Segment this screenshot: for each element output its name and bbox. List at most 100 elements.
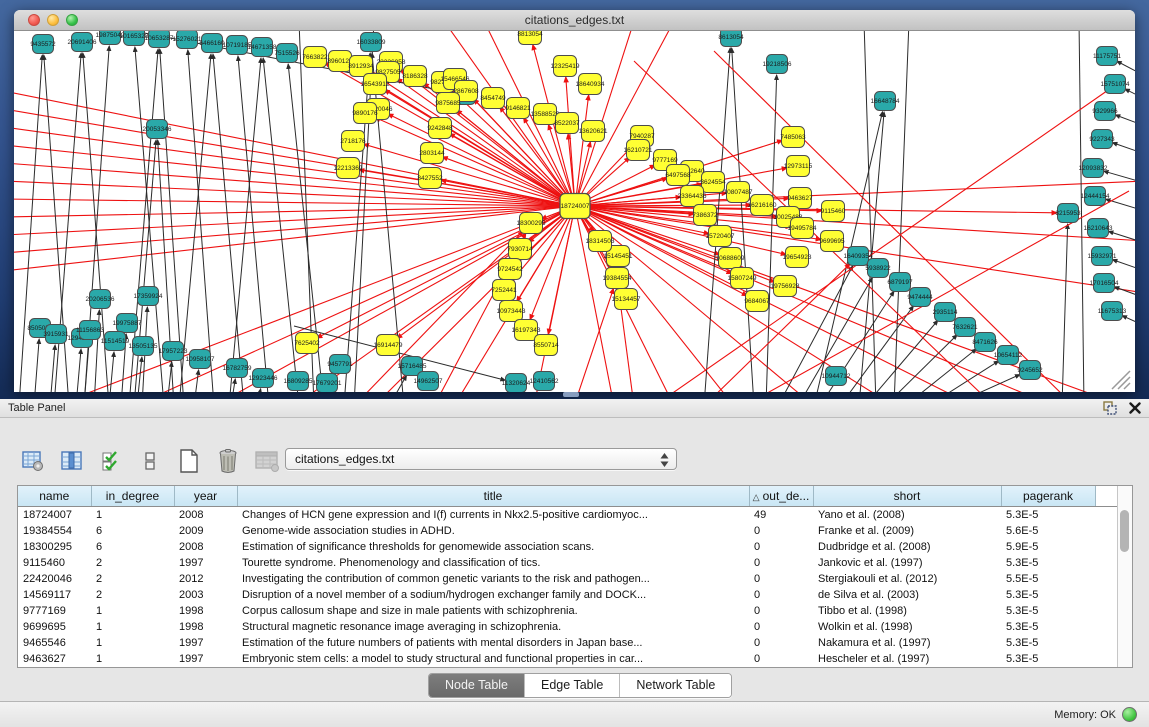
canvas-resize-grip[interactable] [1112, 371, 1130, 389]
network-edge[interactable] [194, 370, 199, 392]
network-edge[interactable] [575, 95, 589, 206]
table-cell[interactable]: 5.3E-5 [1001, 555, 1095, 571]
network-node[interactable]: 18640934 [576, 74, 605, 95]
network-edge[interactable] [14, 206, 575, 253]
network-node[interactable]: 15932971 [1088, 247, 1117, 266]
network-edge[interactable] [1112, 143, 1135, 154]
network-edge[interactable] [1062, 224, 1068, 392]
table-cell[interactable]: 5.3E-5 [1001, 651, 1095, 667]
network-node[interactable]: 7386372 [692, 205, 718, 226]
table-cell[interactable]: 0 [749, 571, 813, 587]
network-node[interactable]: 9329966 [1092, 102, 1118, 121]
network-node[interactable]: 3624554 [700, 172, 726, 193]
network-edge[interactable] [548, 206, 575, 334]
network-node[interactable]: 19495784 [788, 218, 817, 239]
tab-network-table[interactable]: Network Table [619, 674, 731, 697]
table-cell[interactable]: 22420046 [18, 571, 91, 587]
network-node[interactable]: 7515526 [274, 44, 300, 63]
network-edge[interactable] [238, 56, 269, 392]
table-cell[interactable]: 49 [749, 507, 813, 524]
network-node[interactable]: 8522037 [554, 113, 580, 134]
network-window-titlebar[interactable]: citations_edges.txt [14, 10, 1135, 31]
network-node[interactable]: 18314503 [586, 231, 615, 252]
table-cell[interactable]: 1 [91, 619, 174, 635]
table-row[interactable]: 1938455462009Genome-wide association stu… [18, 523, 1118, 539]
table-cell[interactable]: Estimation of significance thresholds fo… [237, 539, 749, 555]
network-node[interactable]: 6879197 [887, 273, 913, 292]
table-row[interactable]: 969969511998Structural magnetic resonanc… [18, 619, 1118, 635]
table-cell[interactable]: 14569117 [18, 587, 91, 603]
table-cell[interactable]: Franke et al. (2009) [813, 523, 1001, 539]
column-header-out_de[interactable]: △out_de... [749, 486, 813, 507]
network-node[interactable]: 8454749 [480, 88, 506, 109]
network-node[interactable]: 5938922 [865, 259, 891, 278]
table-cell[interactable]: 5.6E-5 [1001, 523, 1095, 539]
network-edge[interactable] [1122, 316, 1135, 326]
network-edge[interactable] [34, 339, 39, 392]
table-cell[interactable]: 2009 [174, 523, 237, 539]
network-node[interactable]: 16210643 [1084, 219, 1113, 238]
network-node[interactable]: 15807249 [728, 268, 757, 289]
table-cell[interactable]: 5.3E-5 [1001, 635, 1095, 651]
table-cell[interactable]: Jankovic et al. (1997) [813, 555, 1001, 571]
table-cell[interactable]: 0 [749, 651, 813, 667]
network-node[interactable]: 10958107 [186, 350, 215, 369]
table-cell[interactable]: 1998 [174, 603, 237, 619]
network-node[interactable]: 12973115 [784, 156, 813, 177]
network-node[interactable]: 10653287 [145, 31, 174, 48]
network-node[interactable]: 9435572 [30, 35, 56, 54]
table-cell[interactable]: 9777169 [18, 603, 91, 619]
network-node[interactable]: 11514519 [101, 332, 130, 351]
column-header-in_degree[interactable]: in_degree [91, 486, 174, 507]
table-cell[interactable]: 0 [749, 539, 813, 555]
network-node[interactable]: 19975887 [113, 314, 142, 333]
network-node[interactable]: 12093832 [1079, 159, 1108, 178]
network-node[interactable]: 9457791 [327, 355, 353, 374]
network-canvas[interactable]: 9435572206914061987504210165328106532871… [14, 31, 1135, 392]
network-node[interactable]: 11675313 [1098, 302, 1127, 321]
network-node[interactable]: 19384554 [603, 268, 632, 289]
network-node[interactable]: 8471626 [972, 333, 998, 352]
table-cell[interactable]: 5.3E-5 [1001, 587, 1095, 603]
table-cell[interactable]: 18724007 [18, 507, 91, 524]
network-node[interactable]: 16782759 [223, 359, 252, 378]
table-row[interactable]: 946362711997Embryonic stem cells: a mode… [18, 651, 1118, 667]
tab-node-table[interactable]: Node Table [429, 674, 524, 697]
table-cell[interactable]: 2 [91, 555, 174, 571]
network-node[interactable]: 19756928 [771, 276, 800, 297]
network-node[interactable]: 16033809 [357, 33, 386, 52]
network-node[interactable]: 10654112 [994, 346, 1023, 365]
table-cell[interactable]: 9115460 [18, 555, 91, 571]
network-node[interactable]: 8813054 [517, 31, 543, 45]
network-node[interactable]: 13620621 [579, 121, 608, 142]
select-columns-icon[interactable] [98, 448, 124, 474]
network-node[interactable]: 12213369 [334, 158, 363, 179]
network-edge[interactable] [257, 389, 261, 392]
table-cell[interactable]: 5.3E-5 [1001, 603, 1095, 619]
new-table-icon[interactable] [176, 448, 202, 474]
table-cell[interactable]: Nakamura et al. (1997) [813, 635, 1001, 651]
table-cell[interactable]: Yano et al. (2008) [813, 507, 1001, 524]
stacked-rows-icon[interactable] [137, 448, 163, 474]
table-row[interactable]: 946554611997Estimation of the future num… [18, 635, 1118, 651]
network-node[interactable]: 17679201 [313, 374, 342, 393]
network-edge[interactable] [1125, 89, 1135, 99]
network-edge[interactable] [109, 352, 114, 392]
network-node[interactable]: 16210721 [624, 140, 653, 161]
network-node[interactable]: 7930714 [507, 239, 533, 260]
network-node[interactable]: 17016504 [1090, 274, 1119, 293]
table-cell[interactable]: 6 [91, 523, 174, 539]
splitter-handle[interactable] [563, 392, 579, 397]
network-node[interactable]: 23364436 [678, 186, 707, 207]
column-header-year[interactable]: year [174, 486, 237, 507]
table-settings-icon[interactable] [20, 448, 46, 474]
network-node[interactable]: 7663822 [302, 47, 328, 68]
network-node[interactable]: 13505135 [129, 337, 158, 356]
network-node[interactable]: 9245652 [1017, 361, 1043, 380]
table-cell[interactable]: Disruption of a novel member of a sodium… [237, 587, 749, 603]
table-row[interactable]: 911546021997Tourette syndrome. Phenomeno… [18, 555, 1118, 571]
network-node[interactable]: 8427552 [417, 168, 443, 189]
network-node[interactable]: 9227343 [1089, 130, 1115, 149]
network-edge[interactable] [1106, 199, 1135, 211]
network-node[interactable]: 20053346 [143, 120, 172, 139]
